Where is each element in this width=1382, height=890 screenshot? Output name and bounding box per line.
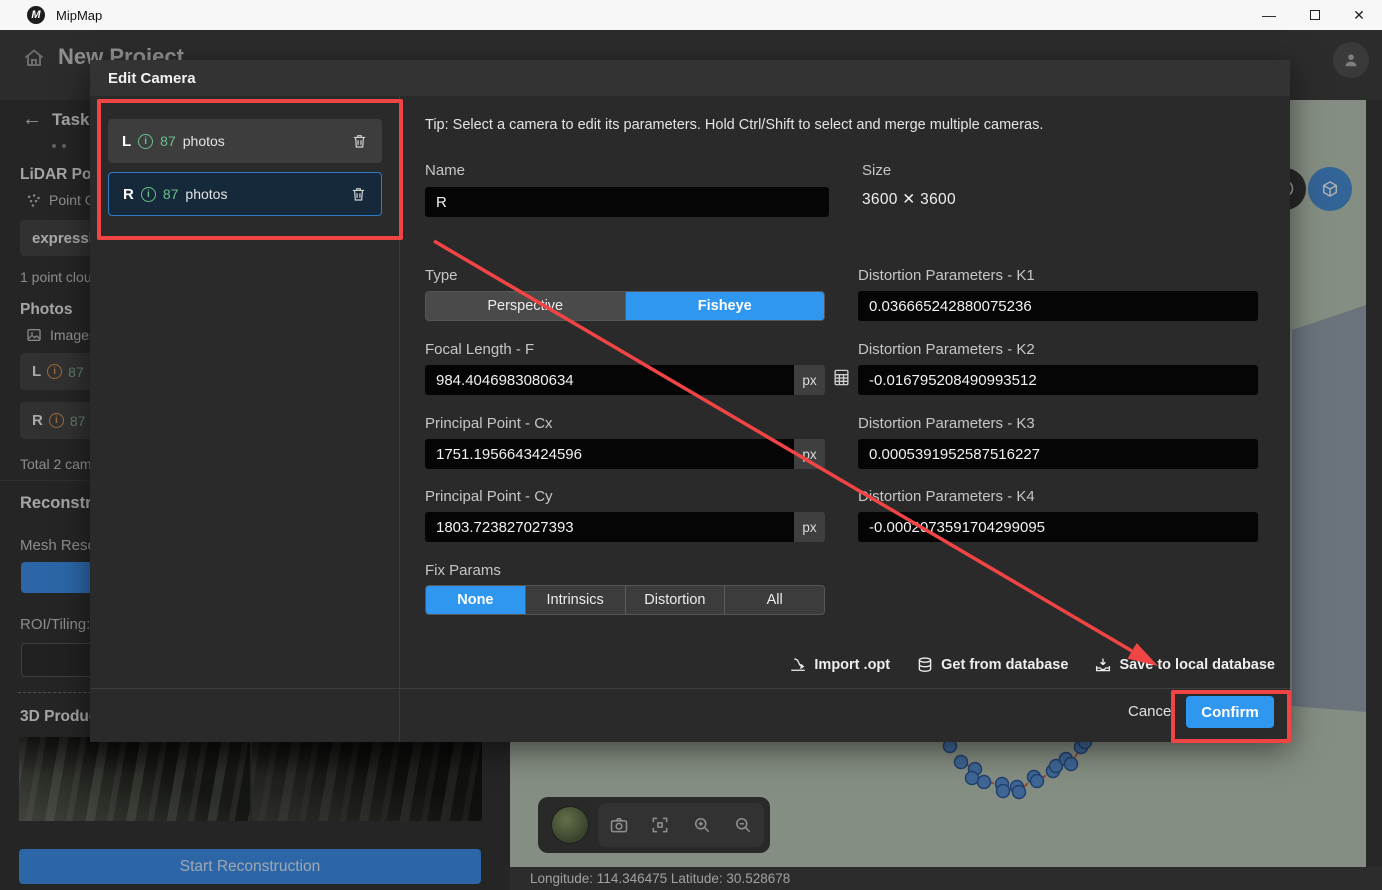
camera-name: R [123, 186, 134, 203]
k3-label: Distortion Parameters - K3 [858, 415, 1035, 432]
unit-px: px [794, 512, 825, 542]
calculator-icon[interactable] [832, 368, 851, 387]
info-icon[interactable]: i [138, 134, 153, 149]
principal-cx-field[interactable] [425, 439, 794, 469]
k3-field[interactable] [858, 439, 1258, 469]
size-label: Size [862, 162, 891, 179]
dialog-tip-text: Tip: Select a camera to edit its paramet… [425, 117, 1043, 133]
fix-option-none[interactable]: None [426, 586, 526, 614]
k2-label: Distortion Parameters - K2 [858, 341, 1035, 358]
type-option-fisheye[interactable]: Fisheye [626, 292, 825, 320]
window-title: MipMap [56, 8, 102, 23]
app-logo-icon: M [27, 6, 45, 24]
fix-option-intrinsics[interactable]: Intrinsics [526, 586, 626, 614]
k4-label: Distortion Parameters - K4 [858, 488, 1035, 505]
import-icon [789, 656, 807, 674]
delete-camera-button[interactable] [350, 185, 367, 203]
maximize-button[interactable] [1292, 0, 1338, 30]
footer-divider [90, 688, 1290, 689]
unit-px: px [794, 365, 825, 395]
window-titlebar: M MipMap — ✕ [0, 0, 1382, 30]
unit-px: px [794, 439, 825, 469]
photo-count: 87 [163, 186, 179, 202]
k2-field[interactable] [858, 365, 1258, 395]
k4-field[interactable] [858, 512, 1258, 542]
fix-params-toggle: None Intrinsics Distortion All [425, 585, 825, 615]
camera-row-L[interactable]: L i 87 photos [108, 119, 382, 163]
database-actions: Import .opt Get from database Save to lo… [789, 656, 1275, 674]
focal-length-field[interactable] [425, 365, 794, 395]
type-option-perspective[interactable]: Perspective [426, 292, 626, 320]
focal-length-label: Focal Length - F [425, 341, 534, 358]
get-from-database-link[interactable]: Get from database [916, 656, 1068, 674]
close-button[interactable]: ✕ [1336, 0, 1382, 30]
edit-camera-dialog: Edit Camera L i 87 photos R i 87 photos … [90, 60, 1290, 742]
fix-option-distortion[interactable]: Distortion [626, 586, 726, 614]
camera-name: L [122, 133, 131, 150]
k1-field[interactable] [858, 291, 1258, 321]
name-field[interactable] [425, 187, 829, 217]
photo-count-suffix: photos [185, 186, 227, 202]
principal-cx-label: Principal Point - Cx [425, 415, 553, 432]
dialog-title: Edit Camera [90, 60, 1290, 96]
type-label: Type [425, 267, 458, 284]
name-label: Name [425, 162, 465, 179]
camera-row-R-selected[interactable]: R i 87 photos [108, 172, 382, 216]
delete-camera-button[interactable] [351, 132, 368, 150]
principal-cy-label: Principal Point - Cy [425, 488, 553, 505]
camera-type-toggle: Perspective Fisheye [425, 291, 825, 321]
photo-count-suffix: photos [183, 133, 225, 149]
info-icon[interactable]: i [141, 187, 156, 202]
photo-count: 87 [160, 133, 176, 149]
confirm-button[interactable]: Confirm [1186, 696, 1274, 728]
fix-option-all[interactable]: All [725, 586, 824, 614]
size-value: 3600 ✕ 3600 [862, 190, 956, 209]
database-icon [916, 656, 934, 674]
import-opt-link[interactable]: Import .opt [789, 656, 890, 674]
maximize-icon [1310, 10, 1320, 20]
save-to-local-database-link[interactable]: Save to local database [1094, 656, 1275, 674]
camera-list-panel: L i 87 photos R i 87 photos [90, 96, 400, 742]
cancel-button[interactable]: Cancel [1128, 703, 1175, 720]
fix-params-label: Fix Params [425, 562, 501, 579]
principal-cy-field[interactable] [425, 512, 794, 542]
k1-label: Distortion Parameters - K1 [858, 267, 1035, 284]
save-icon [1094, 656, 1112, 674]
minimize-button[interactable]: — [1246, 0, 1292, 30]
